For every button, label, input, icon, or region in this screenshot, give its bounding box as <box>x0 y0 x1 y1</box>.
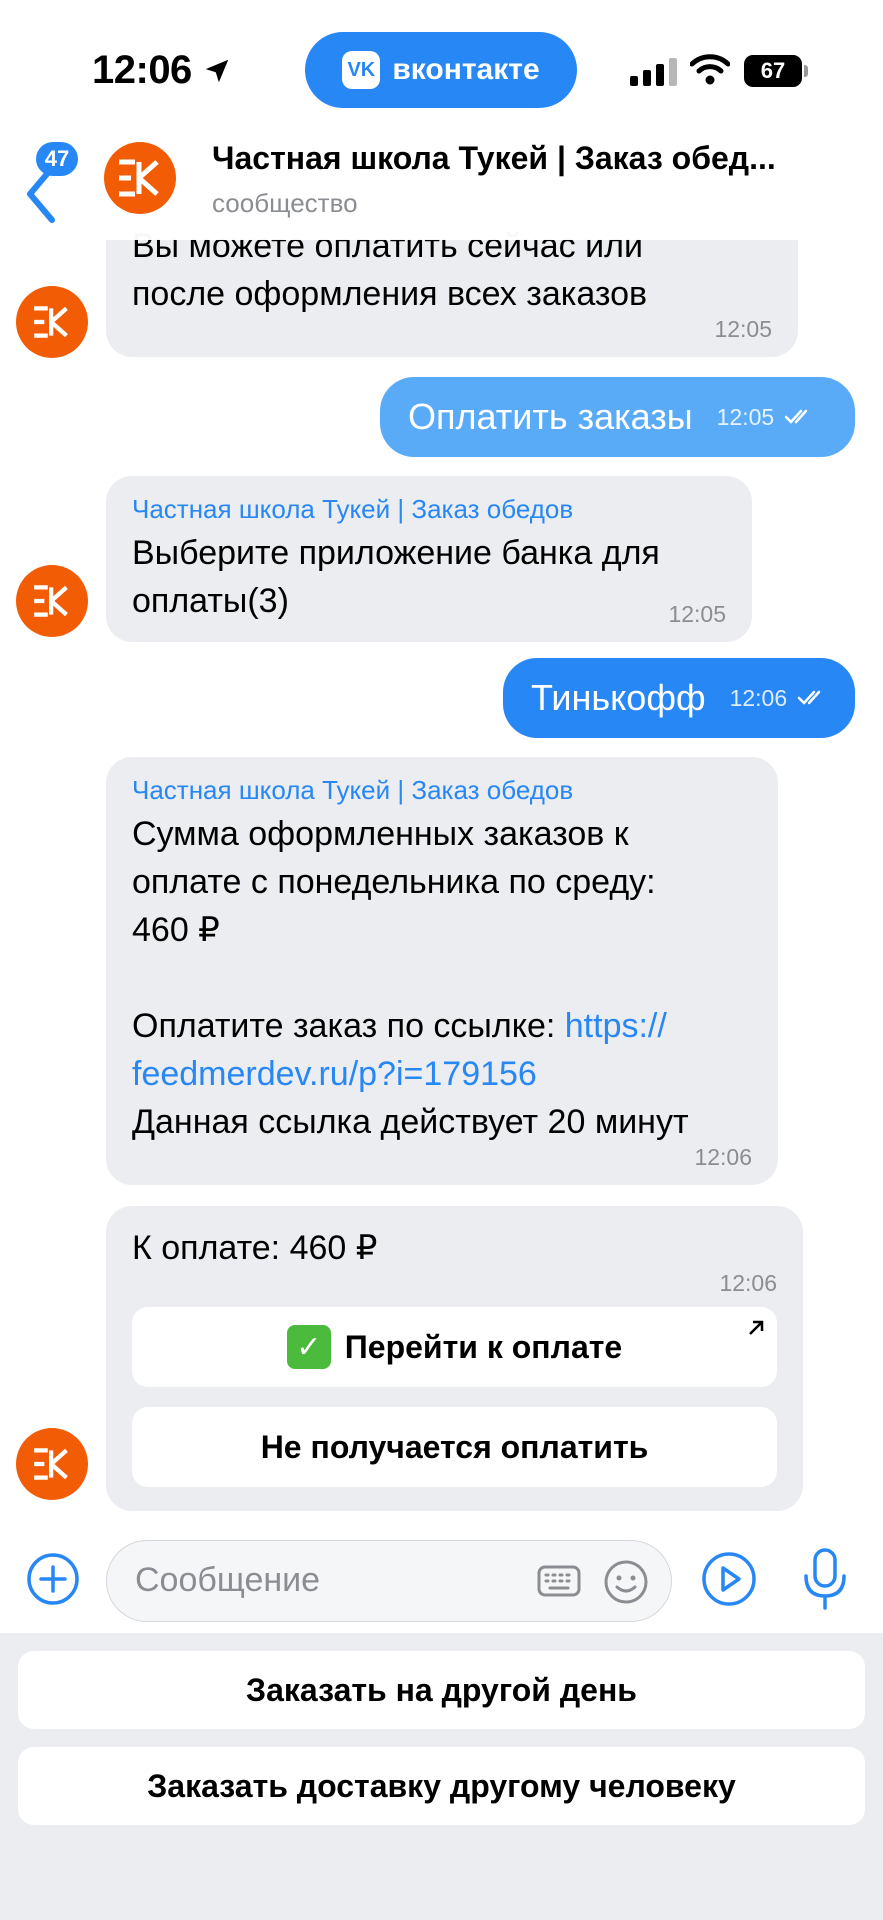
order-delivery-other-person-button[interactable]: Заказать доставку другому человеку <box>18 1747 865 1825</box>
status-time: 12:06 <box>92 48 232 93</box>
message-time: 12:05 <box>714 316 772 342</box>
message-text: Данная ссылка действует 20 минут <box>132 1103 689 1141</box>
community-logo-icon <box>34 585 68 617</box>
message-input[interactable]: Сообщение <box>106 1540 672 1622</box>
bot-keyboard: Заказать на другой день Заказать доставк… <box>0 1633 883 1920</box>
community-avatar[interactable] <box>104 142 176 214</box>
external-link-icon <box>749 1320 764 1335</box>
outgoing-message-bubble[interactable]: Оплатить заказы 12:05 <box>380 377 855 457</box>
chat-title[interactable]: Частная школа Тукей | Заказ обед... <box>212 140 852 177</box>
message-text: К оплате: 460 ₽ <box>132 1229 378 1267</box>
message-time: 12:05 <box>716 403 775 430</box>
unread-badge: 47 <box>36 142 78 176</box>
community-logo-icon <box>34 306 68 338</box>
payment-problem-button[interactable]: Не получается оплатить <box>132 1407 777 1487</box>
location-arrow-icon <box>205 59 229 82</box>
microphone-icon[interactable] <box>800 1546 850 1612</box>
message-text: после оформления всех заказов <box>132 275 648 313</box>
message-bubble[interactable]: Частная школа Тукей | Заказ обедов Выбер… <box>106 476 752 642</box>
sender-name[interactable]: Частная школа Тукей | Заказ обедов <box>132 494 726 525</box>
outgoing-message-bubble[interactable]: Тинькофф 12:06 <box>503 658 855 738</box>
emoji-icon[interactable] <box>603 1559 649 1605</box>
community-logo-icon <box>34 1448 68 1480</box>
message-bubble[interactable]: Частная школа Тукей | Заказ обедов Сумма… <box>106 757 778 1185</box>
message-time: 12:06 <box>694 1144 752 1170</box>
sender-avatar[interactable] <box>16 1428 88 1500</box>
message-time: 12:06 <box>719 1270 777 1296</box>
plus-icon[interactable] <box>26 1552 80 1606</box>
double-check-icon <box>797 690 821 705</box>
status-bar: 12:06 VK вконтакте 67 <box>0 0 883 140</box>
check-mark-icon: ✓ <box>286 1325 331 1369</box>
sender-avatar[interactable] <box>16 565 88 637</box>
message-time: 12:06 <box>729 684 788 711</box>
message-text: оплате с понедельника по среду: <box>132 863 656 901</box>
message-text: Выберите приложение банка для <box>132 534 660 572</box>
signal-icon <box>630 56 677 86</box>
payment-link[interactable]: feedmerdev.ru/p?i=179156 <box>132 1050 752 1098</box>
go-to-payment-button[interactable]: ✓ Перейти к оплате <box>132 1307 777 1387</box>
keyboard-icon[interactable] <box>537 1563 581 1599</box>
wifi-icon <box>690 54 730 85</box>
chat-subtitle: сообщество <box>212 188 358 218</box>
community-logo-icon <box>119 159 159 197</box>
message-composer: Сообщение <box>0 1530 883 1630</box>
vk-logo-icon: VK <box>342 51 381 89</box>
payment-link[interactable]: https:// <box>565 1007 667 1045</box>
message-text: 460 ₽ <box>132 911 220 949</box>
message-text: Оплатите заказ по ссылке: <box>132 1007 565 1045</box>
message-text: Тинькофф <box>531 677 706 718</box>
message-input-placeholder: Сообщение <box>135 1561 321 1599</box>
battery-indicator: 67 <box>744 55 808 87</box>
message-text: Оплатить заказы <box>408 396 693 437</box>
message-bubble[interactable]: К оплате: 460 ₽ 12:06 ✓ Перейти к оплате… <box>106 1206 803 1511</box>
play-icon[interactable] <box>700 1550 758 1608</box>
vk-app-pill[interactable]: VK вконтакте <box>305 32 577 108</box>
sender-name[interactable]: Частная школа Тукей | Заказ обедов <box>132 775 752 806</box>
chat-header: 47 Частная школа Тукей | Заказ обед... с… <box>0 130 883 240</box>
sender-avatar[interactable] <box>16 286 88 358</box>
message-text: Сумма оформленных заказов к <box>132 815 629 853</box>
double-check-icon <box>784 409 808 424</box>
order-another-day-button[interactable]: Заказать на другой день <box>18 1651 865 1729</box>
